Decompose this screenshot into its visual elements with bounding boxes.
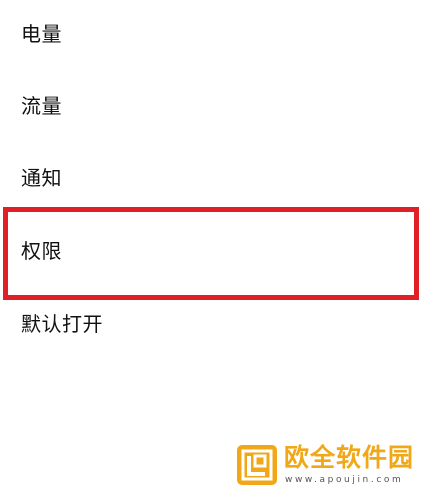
menu-item-notifications[interactable]: 通知 [0,144,433,216]
watermark-title: 欧全软件园 [284,443,415,472]
menu-item-label: 默认打开 [21,312,103,336]
menu-item-data-usage[interactable]: 流量 [0,72,433,144]
menu-item-label: 电量 [21,22,62,46]
watermark-url: www.apoujin.com [285,475,404,485]
settings-menu: 电量 流量 通知 权限 默认打开 [0,0,433,490]
brand-logo-icon [237,445,277,485]
menu-item-permissions[interactable]: 权限 [0,208,433,280]
menu-item-label: 通知 [21,166,62,190]
menu-item-battery[interactable]: 电量 [0,0,433,72]
menu-item-open-by-default[interactable]: 默认打开 [0,290,433,362]
watermark: 欧全软件园 www.apoujin.com [236,442,433,488]
menu-item-label: 权限 [21,239,62,263]
menu-item-label: 流量 [21,94,62,118]
